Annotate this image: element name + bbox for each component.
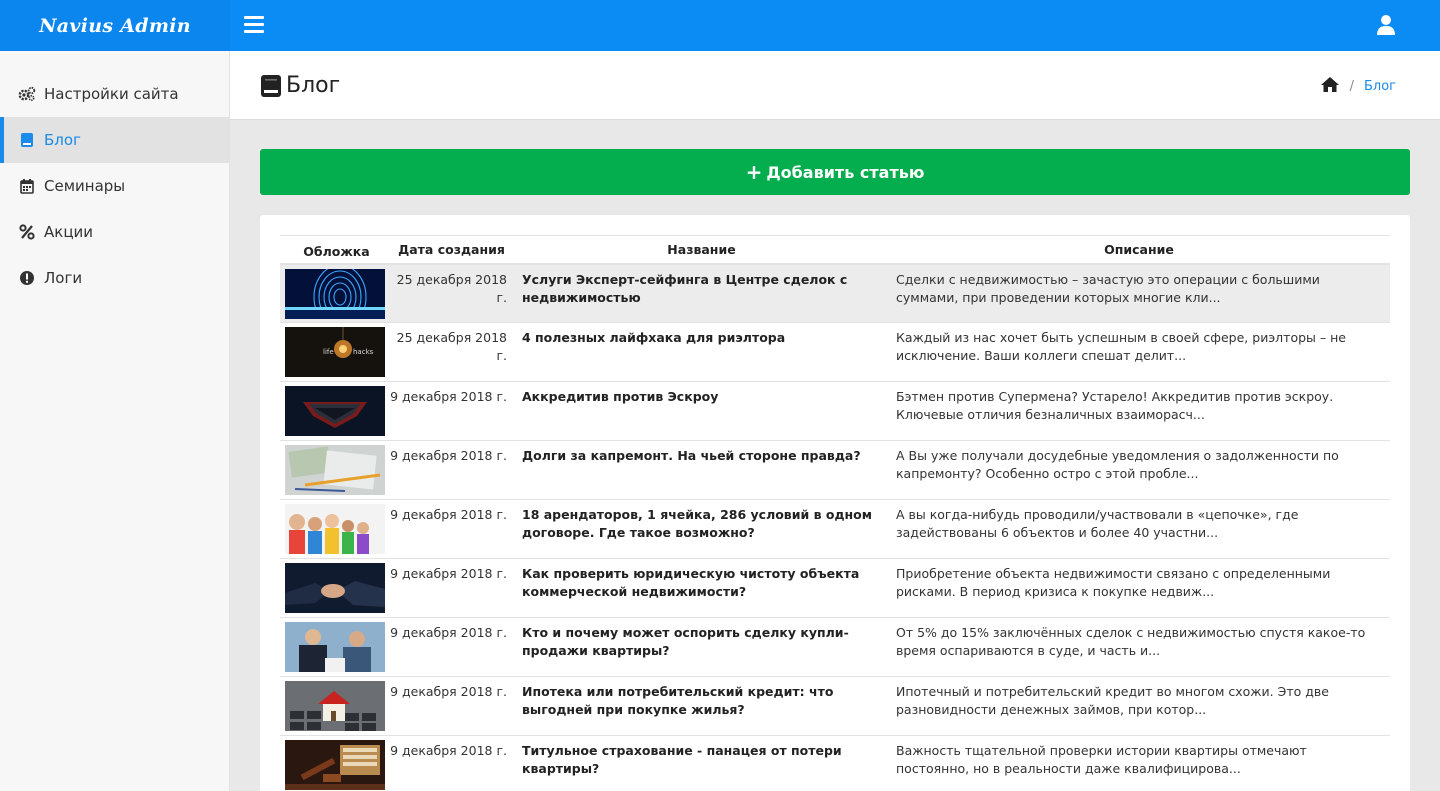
header-name[interactable]: Название xyxy=(515,235,888,265)
cogs-icon xyxy=(18,85,36,103)
book-icon xyxy=(18,131,36,149)
desc-cell: Каждый из нас хочет быть успешным в свое… xyxy=(888,322,1390,382)
page-title-text: Блог xyxy=(286,73,341,98)
date-cell: 9 декабря 2018 г. xyxy=(388,676,515,736)
sidebar-item-label: Настройки сайта xyxy=(44,85,179,103)
table-row[interactable]: 25 декабря 2018 г. Услуги Эксперт-сейфин… xyxy=(280,263,1390,323)
desc-cell: А Вы уже получали досудебные уведомления… xyxy=(888,440,1390,500)
breadcrumb-separator: / xyxy=(1349,79,1354,94)
desc-cell: От 5% до 15% заключённых сделок с недвиж… xyxy=(888,617,1390,677)
desc-cell: Сделки с недвижимостью – зачастую это оп… xyxy=(888,263,1390,323)
plus-icon: + xyxy=(745,160,763,184)
home-icon[interactable] xyxy=(1320,76,1340,97)
table-row[interactable]: 9 декабря 2018 г. 18 арендаторов, 1 ячей… xyxy=(280,499,1390,559)
brand-text: Navius Admin xyxy=(39,14,191,37)
menu-toggle-icon[interactable] xyxy=(244,16,264,34)
top-bar: Navius Admin xyxy=(0,0,1440,51)
sidebar-item-label: Блог xyxy=(44,131,81,149)
cover-image-crowd xyxy=(285,504,385,554)
date-cell: 9 декабря 2018 г. xyxy=(388,499,515,559)
cover-cell xyxy=(280,440,388,500)
name-cell[interactable]: Аккредитив против Эскроу xyxy=(515,381,888,441)
desc-cell: Бэтмен против Супермена? Устарело! Аккре… xyxy=(888,381,1390,441)
sidebar-item-seminars[interactable]: Семинары xyxy=(0,163,229,209)
sidebar-item-label: Логи xyxy=(44,269,83,287)
percent-icon xyxy=(18,223,36,241)
sidebar: Настройки сайта Блог Семинары Акции Логи xyxy=(0,51,230,791)
name-cell[interactable]: Долги за капремонт. На чьей стороне прав… xyxy=(515,440,888,500)
cover-cell: life hacks xyxy=(280,322,388,382)
cover-image-fingerprint xyxy=(285,268,385,319)
cover-image-handshake xyxy=(285,563,385,613)
date-cell: 9 декабря 2018 г. xyxy=(388,735,515,791)
table-row[interactable]: 9 декабря 2018 г. Долги за капремонт. На… xyxy=(280,440,1390,500)
desc-cell: Ипотечный и потребительский кредит во мн… xyxy=(888,676,1390,736)
brand-logo[interactable]: Navius Admin xyxy=(0,0,230,51)
name-cell[interactable]: Как проверить юридическую чистоту объект… xyxy=(515,558,888,618)
user-icon[interactable] xyxy=(1376,14,1396,36)
cover-image-batman-superman xyxy=(285,386,385,436)
date-cell: 9 декабря 2018 г. xyxy=(388,440,515,500)
date-cell: 9 декабря 2018 г. xyxy=(388,558,515,618)
cover-image-documents xyxy=(285,445,385,495)
name-cell[interactable]: Услуги Эксперт-сейфинга в Центре сделок … xyxy=(515,263,888,323)
table-row[interactable]: 9 декабря 2018 г. Как проверить юридичес… xyxy=(280,558,1390,618)
name-cell[interactable]: Кто и почему может оспорить сделку купли… xyxy=(515,617,888,677)
cover-cell xyxy=(280,558,388,618)
cover-image-gavel xyxy=(285,740,385,790)
add-article-label: Добавить статью xyxy=(766,162,925,182)
sidebar-item-promotions[interactable]: Акции xyxy=(0,209,229,255)
sidebar-item-label: Семинары xyxy=(44,177,126,195)
date-cell: 9 декабря 2018 г. xyxy=(388,617,515,677)
header-date[interactable]: Дата создания xyxy=(388,235,515,265)
thumb-text-hacks: hacks xyxy=(353,348,374,356)
cover-cell xyxy=(280,676,388,736)
cover-image-dispute xyxy=(285,622,385,672)
calendar-icon xyxy=(18,177,36,195)
book-icon xyxy=(260,74,282,98)
header-desc[interactable]: Описание xyxy=(888,235,1390,265)
cover-cell xyxy=(280,381,388,441)
thumb-text-life: life xyxy=(323,348,334,356)
sidebar-item-logs[interactable]: Логи xyxy=(0,255,229,301)
breadcrumb: / Блог xyxy=(1320,76,1396,97)
name-cell[interactable]: Ипотека или потребительский кредит: что … xyxy=(515,676,888,736)
desc-cell: Приобретение объекта недвижимости связан… xyxy=(888,558,1390,618)
sidebar-item-label: Акции xyxy=(44,223,94,241)
table-header-row: Обложка Дата создания Название Описание xyxy=(280,235,1390,265)
cover-image-house-calculator xyxy=(285,681,385,731)
date-cell: 9 декабря 2018 г. xyxy=(388,381,515,441)
table-row[interactable]: 9 декабря 2018 г. Титульное страхование … xyxy=(280,735,1390,791)
exclamation-circle-icon xyxy=(18,269,36,287)
header-cover[interactable]: Обложка xyxy=(280,235,388,265)
page-header: Блог / Блог xyxy=(230,51,1440,120)
page-title: Блог xyxy=(260,73,340,98)
cover-cell xyxy=(280,263,388,323)
breadcrumb-current[interactable]: Блог xyxy=(1364,79,1396,94)
cover-cell xyxy=(280,617,388,677)
date-cell: 25 декабря 2018 г. xyxy=(388,263,515,323)
table-row[interactable]: life hacks 25 декабря 2018 г. 4 полезных… xyxy=(280,322,1390,382)
articles-card: Обложка Дата создания Название Описание xyxy=(260,215,1410,791)
sidebar-item-settings[interactable]: Настройки сайта xyxy=(0,71,229,117)
add-article-button[interactable]: + Добавить статью xyxy=(260,149,1410,195)
table-row[interactable]: 9 декабря 2018 г. Кто и почему может осп… xyxy=(280,617,1390,677)
date-cell: 25 декабря 2018 г. xyxy=(388,322,515,382)
desc-cell: Важность тщательной проверки истории ква… xyxy=(888,735,1390,791)
cover-image-lifehacks: life hacks xyxy=(285,327,385,377)
desc-cell: А вы когда-нибудь проводили/участвовали … xyxy=(888,499,1390,559)
table-row[interactable]: 9 декабря 2018 г. Ипотека или потребител… xyxy=(280,676,1390,736)
cover-cell xyxy=(280,735,388,791)
articles-table: Обложка Дата создания Название Описание xyxy=(280,235,1390,791)
cover-cell xyxy=(280,499,388,559)
sidebar-item-blog[interactable]: Блог xyxy=(0,117,229,163)
name-cell[interactable]: 18 арендаторов, 1 ячейка, 286 условий в … xyxy=(515,499,888,559)
table-row[interactable]: 9 декабря 2018 г. Аккредитив против Эскр… xyxy=(280,381,1390,441)
name-cell[interactable]: Титульное страхование - панацея от потер… xyxy=(515,735,888,791)
name-cell[interactable]: 4 полезных лайфхака для риэлтора xyxy=(515,322,888,382)
